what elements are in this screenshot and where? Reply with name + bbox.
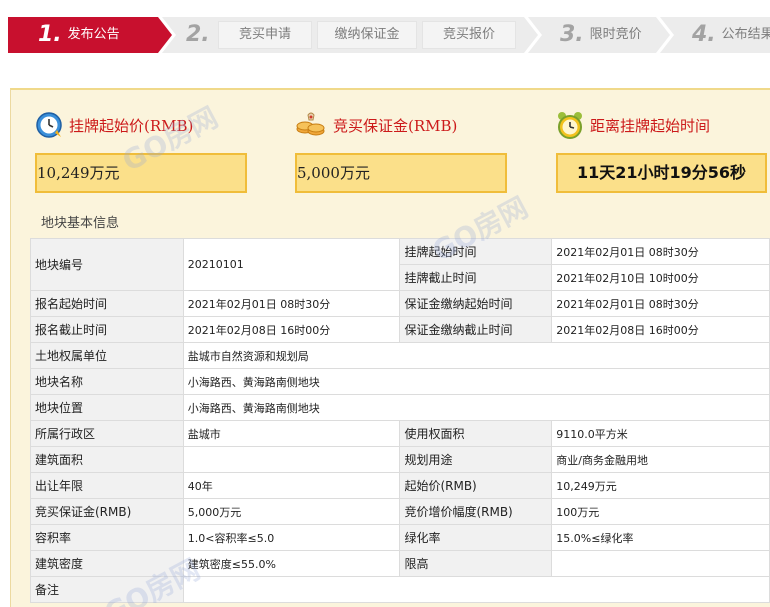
- remarks-label: 备注: [30, 576, 184, 603]
- green-value: 15.0%≤绿化率: [551, 524, 770, 551]
- countdown-title: 距离挂牌起始时间: [590, 116, 711, 135]
- parcel-no-label: 地块编号: [30, 238, 184, 291]
- height-value: [551, 550, 770, 577]
- table-row: 竞买保证金(RMB) 5,000万元 竞价增价幅度(RMB) 100万元: [30, 498, 770, 525]
- district-label: 所属行政区: [30, 420, 184, 447]
- remarks-value: [182, 576, 770, 603]
- step-number: 2.: [186, 22, 210, 47]
- table-row: 地块名称 小海路西、黄海路南侧地块: [30, 368, 770, 395]
- deposit-value: 5,000万元: [295, 153, 507, 193]
- substep-pay-deposit[interactable]: 缴纳保证金: [317, 21, 417, 49]
- owner-value: 盐城市自然资源和规划局: [182, 342, 770, 369]
- table-row: 容积率 1.0<容积率≤5.0 绿化率 15.0%≤绿化率: [30, 524, 770, 551]
- table-row: 报名截止时间 2021年02月08日 16时00分 保证金缴纳截止时间 2021…: [30, 316, 770, 343]
- reg-start-label: 报名起始时间: [30, 290, 184, 317]
- table-row: 报名起始时间 2021年02月01日 08时30分 保证金缴纳起始时间 2021…: [30, 290, 770, 317]
- area-value: 9110.0平方米: [551, 420, 770, 447]
- parcel-no-value: 20210101: [182, 238, 401, 291]
- height-label: 限高: [399, 550, 553, 577]
- listing-start-label: 挂牌起始时间: [399, 238, 553, 265]
- density-label: 建筑密度: [30, 550, 184, 577]
- step-publish-results[interactable]: 4. 公布结果: [660, 17, 770, 53]
- step-label: 限时竞价: [589, 27, 642, 42]
- deposit-start-value: 2021年02月01日 08时30分: [551, 290, 770, 317]
- substep-bid-application[interactable]: 竞买申请: [218, 21, 312, 49]
- deposit-start-label: 保证金缴纳起始时间: [399, 290, 553, 317]
- district-value: 盐城市: [182, 420, 401, 447]
- step-timed-bidding[interactable]: 3. 限时竞价: [528, 17, 670, 53]
- term-label: 出让年限: [30, 472, 184, 499]
- green-label: 绿化率: [399, 524, 553, 551]
- table-row: 备注: [30, 576, 770, 603]
- clock-icon: [36, 112, 62, 138]
- reg-end-label: 报名截止时间: [30, 316, 184, 343]
- density-value: 建筑密度≤55.0%: [182, 550, 401, 577]
- deposit-end-value: 2021年02月08日 16时00分: [551, 316, 770, 343]
- start-price-cell: 10,249万元: [551, 472, 770, 499]
- step-publish-announcement[interactable]: 1. 发布公告: [8, 17, 172, 53]
- section-title: 地块基本信息: [41, 216, 120, 231]
- planning-use-label: 规划用途: [399, 446, 553, 473]
- step-number: 3.: [560, 22, 584, 47]
- table-row: 出让年限 40年 起始价(RMB) 10,249万元: [30, 472, 770, 499]
- far-label: 容积率: [30, 524, 184, 551]
- land-info-table: 地块编号 20210101 挂牌起始时间 2021年02月01日 08时30分 …: [30, 238, 770, 603]
- start-price-label: 起始价(RMB): [399, 472, 553, 499]
- table-row: 所属行政区 盐城市 使用权面积 9110.0平方米: [30, 420, 770, 447]
- location-label: 地块位置: [30, 394, 184, 421]
- substep-bid-quote[interactable]: 竞买报价: [422, 21, 516, 49]
- planning-use-value: 商业/商务金融用地: [551, 446, 770, 473]
- reg-start-value: 2021年02月01日 08时30分: [182, 290, 401, 317]
- progress-steps: 1. 发布公告 2. 竞买申请 缴纳保证金 竞买报价 3. 限时竞价 4. 公布…: [8, 17, 770, 53]
- deposit-end-label: 保证金缴纳截止时间: [399, 316, 553, 343]
- listing-start-value: 2021年02月01日 08时30分: [551, 238, 770, 265]
- start-price-title: 挂牌起始价(RMB): [69, 116, 194, 135]
- building-area-value: [182, 446, 401, 473]
- term-value: 40年: [182, 472, 401, 499]
- location-value: 小海路西、黄海路南侧地块: [182, 394, 770, 421]
- start-price-block: 挂牌起始价(RMB) 10,249万元: [35, 108, 247, 193]
- increment-value: 100万元: [551, 498, 770, 525]
- building-area-label: 建筑面积: [30, 446, 184, 473]
- table-row: 地块编号 20210101 挂牌起始时间 2021年02月01日 08时30分: [30, 238, 770, 291]
- name-label: 地块名称: [30, 368, 184, 395]
- increment-label: 竞价增价幅度(RMB): [399, 498, 553, 525]
- start-price-value: 10,249万元: [35, 153, 247, 193]
- countdown-value: 11天21小时19分56秒: [556, 153, 767, 193]
- table-row: 土地权属单位 盐城市自然资源和规划局: [30, 342, 770, 369]
- step-number: 4.: [692, 22, 716, 47]
- name-value: 小海路西、黄海路南侧地块: [182, 368, 770, 395]
- area-label: 使用权面积: [399, 420, 553, 447]
- bid-deposit-label: 竞买保证金(RMB): [30, 498, 184, 525]
- deposit-block: 竞买保证金(RMB) 5,000万元: [295, 108, 507, 193]
- listing-end-value: 2021年02月10日 10时00分: [551, 264, 770, 291]
- listing-end-label: 挂牌截止时间: [399, 264, 553, 291]
- coins-icon: [296, 112, 325, 136]
- table-row: 建筑面积 规划用途 商业/商务金融用地: [30, 446, 770, 473]
- step-number: 1.: [38, 22, 62, 47]
- owner-label: 土地权属单位: [30, 342, 184, 369]
- far-value: 1.0<容积率≤5.0: [182, 524, 401, 551]
- step-label: 发布公告: [67, 27, 120, 42]
- table-row: 地块位置 小海路西、黄海路南侧地块: [30, 394, 770, 421]
- countdown-block: 距离挂牌起始时间 11天21小时19分56秒: [556, 108, 767, 193]
- reg-end-value: 2021年02月08日 16时00分: [182, 316, 401, 343]
- deposit-title: 竞买保证金(RMB): [333, 116, 458, 135]
- alarm-clock-icon: [558, 112, 582, 139]
- table-row: 建筑密度 建筑密度≤55.0% 限高: [30, 550, 770, 577]
- bid-deposit-value: 5,000万元: [182, 498, 401, 525]
- step-label: 公布结果: [721, 27, 770, 42]
